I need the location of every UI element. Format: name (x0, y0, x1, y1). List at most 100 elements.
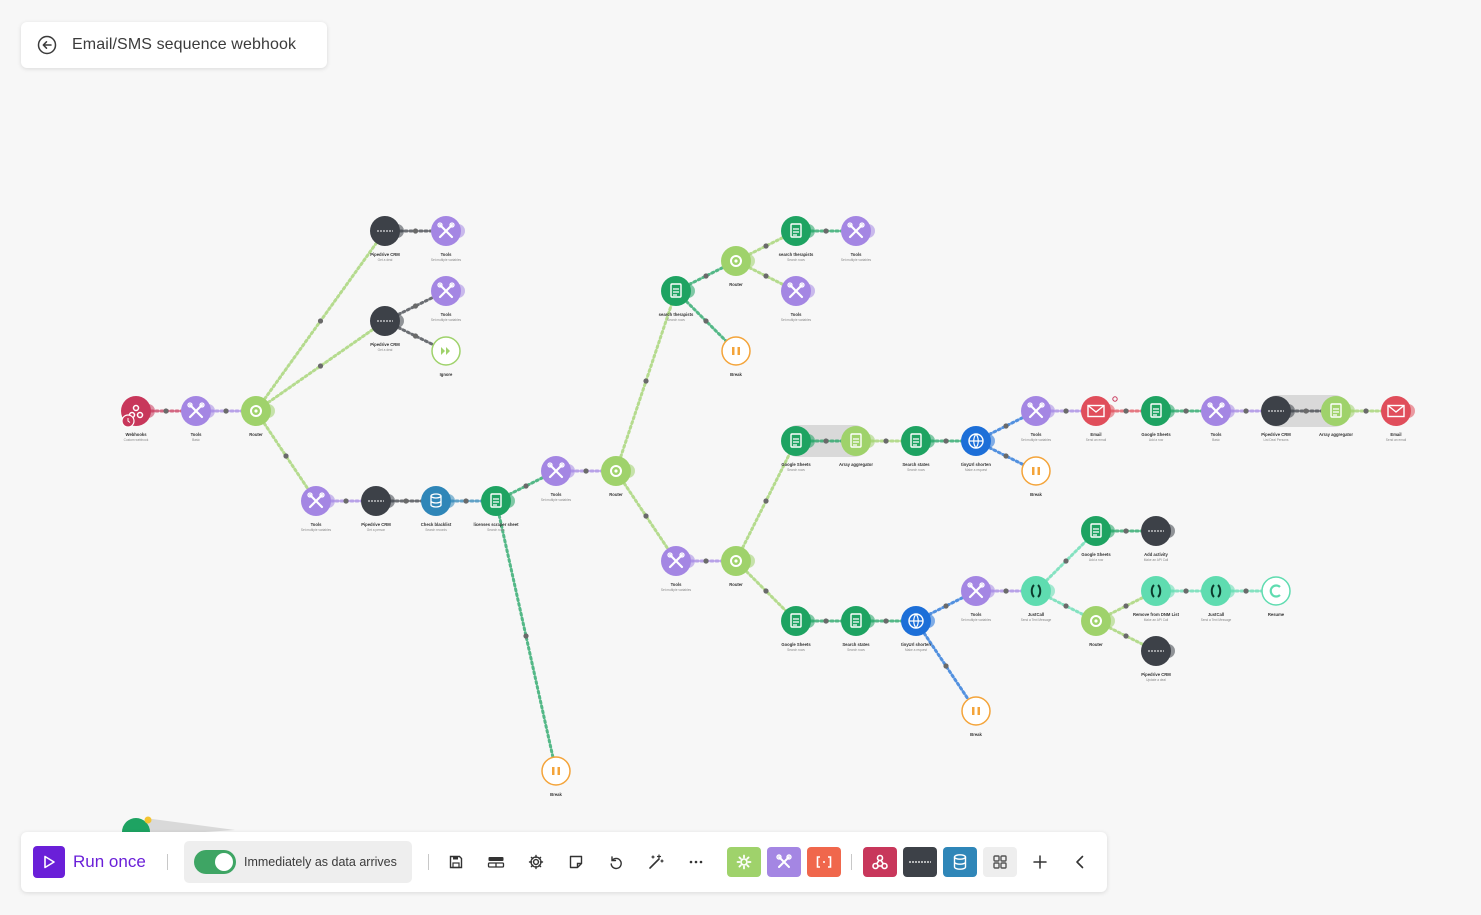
module-search-states1[interactable]: Search statesSearch rows (901, 426, 935, 472)
filter-dot[interactable] (1183, 588, 1189, 594)
module-tools-d[interactable]: ToolsSet multiple variables (541, 456, 575, 502)
filter-dot[interactable] (1063, 408, 1069, 414)
module-tools-h[interactable]: ToolsBasic (1201, 396, 1235, 442)
save-button[interactable] (443, 849, 469, 875)
filter-dot[interactable] (643, 513, 649, 519)
controls-button[interactable] (483, 849, 509, 875)
module-agg1[interactable]: Array aggregator (839, 426, 875, 467)
filter-dot[interactable] (1123, 528, 1129, 534)
filter-dot[interactable] (583, 468, 589, 474)
filter-dot[interactable] (883, 618, 889, 624)
filter-dot[interactable] (463, 498, 469, 504)
module-email2[interactable]: EmailSend an email (1381, 396, 1415, 442)
module-pipedrive-e[interactable]: Pipedrive CRMUpdate a deal (1141, 636, 1175, 682)
filter-dot[interactable] (412, 228, 419, 234)
filter-dot[interactable] (763, 243, 769, 249)
module-email1[interactable]: EmailSend an email (1081, 396, 1115, 442)
schedule-setting[interactable]: Immediately as data arrives (184, 841, 412, 883)
settings-button[interactable] (523, 849, 549, 875)
module-router4[interactable]: Router (721, 546, 755, 587)
filter-dot[interactable] (1363, 408, 1369, 414)
module-tools-j[interactable]: ToolsSet multiple variables (961, 576, 995, 622)
filter-dot[interactable] (1123, 633, 1129, 639)
datastore-button[interactable] (943, 847, 977, 877)
undo-button[interactable] (603, 849, 629, 875)
filter-dot[interactable] (763, 588, 769, 594)
module-break3[interactable]: Break (961, 696, 991, 737)
module-resume[interactable]: Resume (1261, 576, 1291, 617)
filter-dot[interactable] (317, 363, 324, 369)
module-router5[interactable]: Router (1081, 606, 1115, 647)
filter-dot[interactable] (317, 318, 324, 324)
module-pipedrive-a[interactable]: Pipedrive CRMGet a deal (370, 216, 404, 262)
webhooks-button[interactable] (863, 847, 897, 877)
filter-dot[interactable] (223, 408, 229, 414)
filter-dot[interactable] (823, 228, 829, 234)
module-search-therapists2[interactable]: search therapistsSearch rows (779, 216, 815, 262)
filter-dot[interactable] (163, 408, 169, 414)
filter-dot[interactable] (403, 498, 409, 504)
schedule-toggle[interactable] (194, 850, 236, 874)
filter-dot[interactable] (1243, 408, 1249, 414)
module-tools-b[interactable]: ToolsSet multiple variables (431, 276, 465, 322)
add-module-button[interactable] (1027, 849, 1053, 875)
module-pipedrive-c[interactable]: Pipedrive CRMGet a person (361, 486, 395, 532)
filter-dot[interactable] (943, 438, 949, 444)
filter-dot[interactable] (943, 603, 949, 609)
filter-dot[interactable] (703, 558, 709, 564)
filter-dot[interactable] (1063, 603, 1069, 609)
module-tools-i[interactable]: ToolsSet multiple variables (661, 546, 695, 592)
module-tools-c[interactable]: ToolsSet multiple variables (301, 486, 335, 532)
module-gs4[interactable]: Google SheetsAdd a row (1081, 516, 1115, 562)
flow-control-button[interactable] (727, 847, 761, 877)
filter-dot[interactable] (283, 453, 289, 459)
filter-dot[interactable] (343, 498, 349, 504)
text-parser-button[interactable] (807, 847, 841, 877)
tools-button[interactable] (767, 847, 801, 877)
filter-dot[interactable] (412, 303, 419, 309)
filter-dot[interactable] (763, 498, 769, 504)
module-tools-e[interactable]: ToolsSet multiple variables (841, 216, 875, 262)
filter-dot[interactable] (703, 273, 709, 279)
filter-dot[interactable] (883, 438, 889, 444)
filter-dot[interactable] (1003, 588, 1009, 594)
pipedrive-button[interactable] (903, 847, 937, 877)
filter-dot[interactable] (823, 618, 829, 624)
module-break2[interactable]: Break (1021, 456, 1051, 497)
collapse-toolbar-button[interactable] (1067, 849, 1093, 875)
filter-dot[interactable] (1243, 588, 1249, 594)
module-gs3[interactable]: Google SheetsSearch rows (781, 606, 815, 652)
back-arrow-icon[interactable] (37, 35, 57, 55)
module-tools-a[interactable]: ToolsSet multiple variables (431, 216, 465, 262)
filter-dot[interactable] (1063, 558, 1069, 564)
module-break1[interactable]: Break (721, 336, 751, 377)
filter-dot[interactable] (1123, 408, 1129, 414)
filter-dot[interactable] (703, 318, 709, 324)
module-agg2[interactable]: Array aggregator (1319, 396, 1355, 437)
module-break4[interactable]: Break (541, 756, 571, 797)
module-justcall2[interactable]: JustCallSend a Text Message (1201, 576, 1235, 622)
run-once-button[interactable]: Run once (33, 846, 161, 878)
module-add-activity[interactable]: Add activityMake an API Call (1141, 516, 1175, 562)
module-tools-f[interactable]: ToolsSet multiple variables (781, 276, 815, 322)
module-router3[interactable]: Router (721, 246, 755, 287)
module-tools1[interactable]: ToolsBasic (181, 396, 215, 442)
filter-dot[interactable] (523, 633, 529, 639)
filter-dot[interactable] (763, 273, 769, 279)
module-search-states2[interactable]: Search statesSearch rows (841, 606, 875, 652)
filter-dot[interactable] (1303, 408, 1309, 414)
module-check-blacklist[interactable]: Check blacklistSearch records (421, 486, 455, 532)
filter-dot[interactable] (1003, 453, 1009, 459)
auto-align-button[interactable] (643, 849, 669, 875)
filter-dot[interactable] (823, 438, 829, 444)
more-button[interactable] (683, 849, 709, 875)
filter-dot[interactable] (412, 333, 419, 339)
notes-button[interactable] (563, 849, 589, 875)
module-tools-g[interactable]: ToolsSet multiple variables (1021, 396, 1055, 442)
filter-dot[interactable] (1183, 408, 1189, 414)
filter-dot[interactable] (1123, 603, 1129, 609)
all-apps-button[interactable] (983, 847, 1017, 877)
filter-dot[interactable] (1003, 423, 1009, 429)
filter-dot[interactable] (523, 483, 529, 489)
filter-dot[interactable] (943, 663, 949, 669)
